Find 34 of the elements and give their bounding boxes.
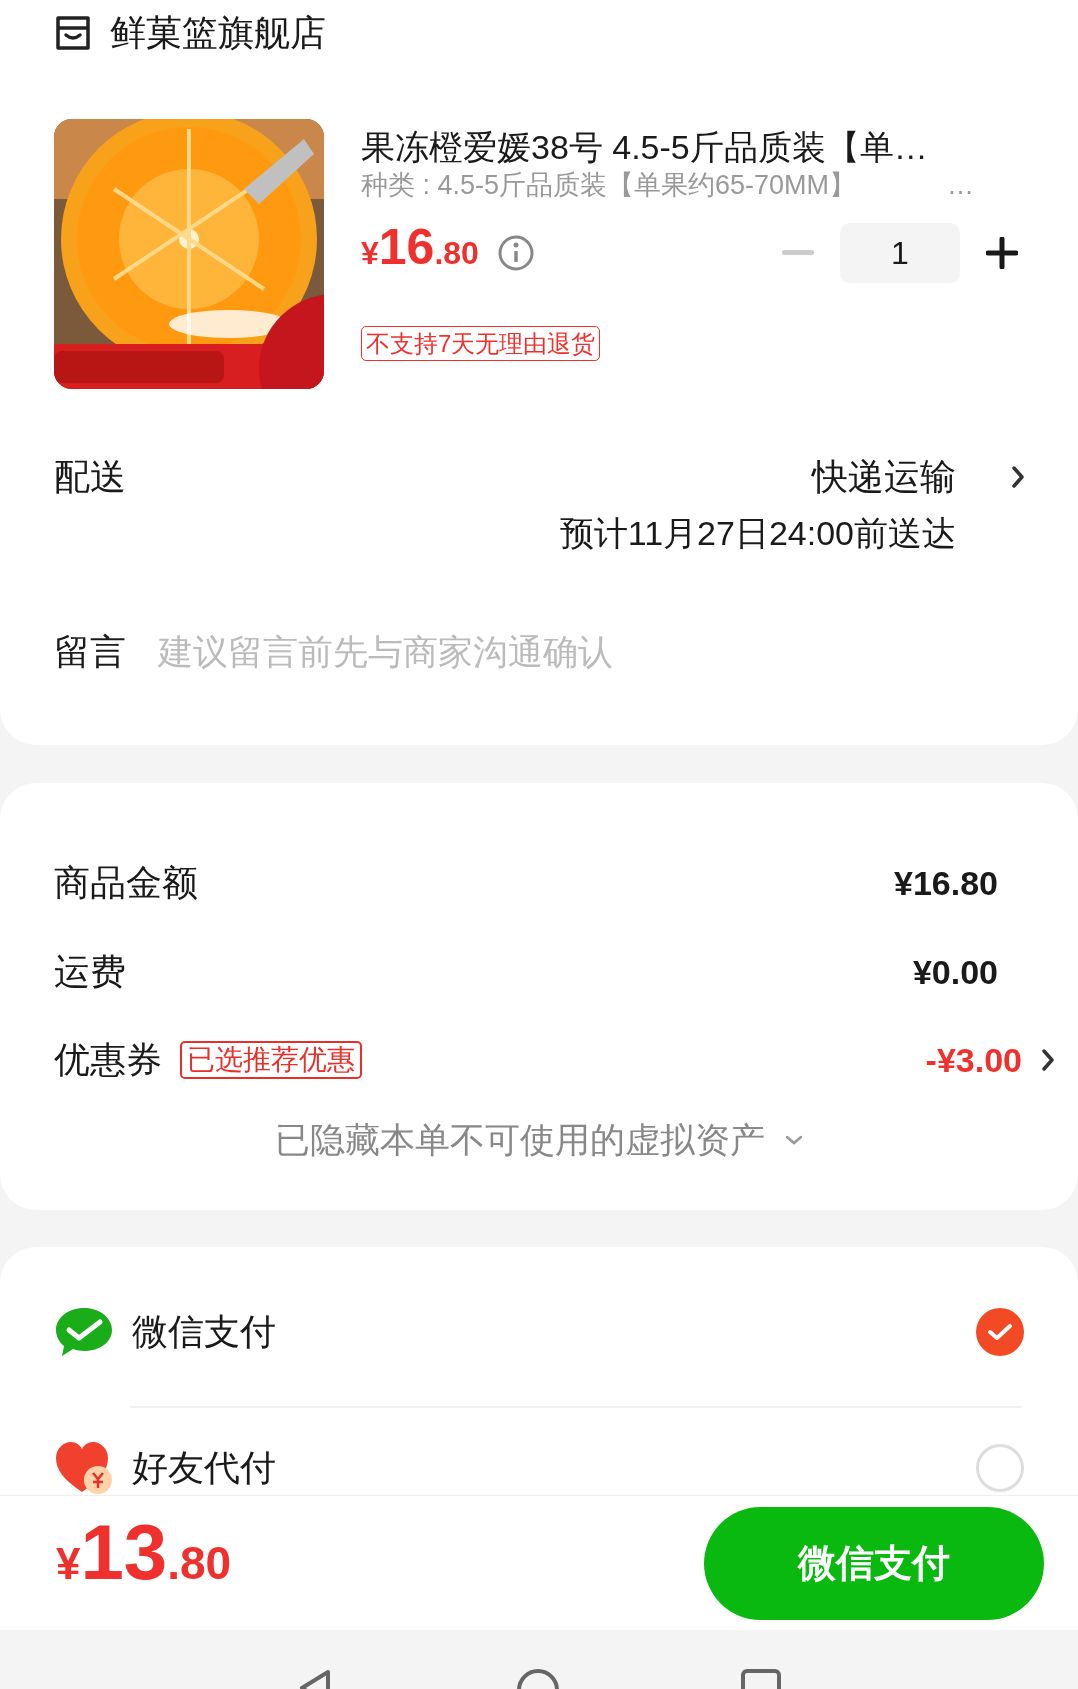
row-label: 运费 <box>54 950 126 994</box>
check-icon <box>987 1322 1013 1342</box>
quantity-field[interactable]: 1 <box>840 223 960 283</box>
total-price: ¥13.80 <box>56 1507 232 1598</box>
amount-value: ¥16.80 <box>894 862 998 904</box>
info-icon[interactable] <box>496 234 535 272</box>
delivery-method[interactable]: 快递运输 <box>812 453 956 501</box>
more-text: … <box>947 169 974 202</box>
product-title: 果冻橙爱媛38号 4.5-5斤品质装【单… <box>361 127 929 167</box>
coupon-badge: 已选推荐优惠 <box>180 1041 362 1079</box>
hidden-assets-text[interactable]: 已隐藏本单不可使用的虚拟资产 <box>275 1116 765 1164</box>
payment-label[interactable]: 好友代付 <box>132 1441 276 1495</box>
heart-coin-icon <box>54 1440 114 1495</box>
return-policy-tag: 不支持7天无理由退货 <box>361 326 601 361</box>
amount-value: ¥0.00 <box>912 951 998 993</box>
delivery-label: 配送 <box>54 455 126 499</box>
chat-check-icon <box>54 1306 114 1358</box>
radio-button[interactable] <box>976 1444 1024 1492</box>
row-label: 商品金额 <box>54 861 198 905</box>
minus-icon <box>782 250 814 256</box>
discount-value[interactable]: -¥3.00 <box>925 1034 1022 1086</box>
radio-button[interactable] <box>976 1308 1024 1356</box>
price-text: ¥16.80 <box>361 218 479 277</box>
plus-icon <box>986 237 1018 269</box>
delivery-estimate: 预计11月27日24:00前送达 <box>559 513 956 554</box>
store-icon <box>54 14 92 51</box>
store-name[interactable]: 鲜菓篮旗舰店 <box>110 10 326 55</box>
row-label: 优惠券 <box>54 1038 162 1082</box>
variant-text: 种类 : 4.5-5斤品质装【单果约65-70MM】 <box>361 169 857 202</box>
payment-label[interactable]: 微信支付 <box>132 1305 276 1359</box>
chevron-icon <box>1012 466 1024 488</box>
chevron-down-icon[interactable] <box>785 1135 803 1145</box>
chevron-icon <box>1042 1049 1054 1071</box>
message-label: 留言 <box>54 630 126 674</box>
